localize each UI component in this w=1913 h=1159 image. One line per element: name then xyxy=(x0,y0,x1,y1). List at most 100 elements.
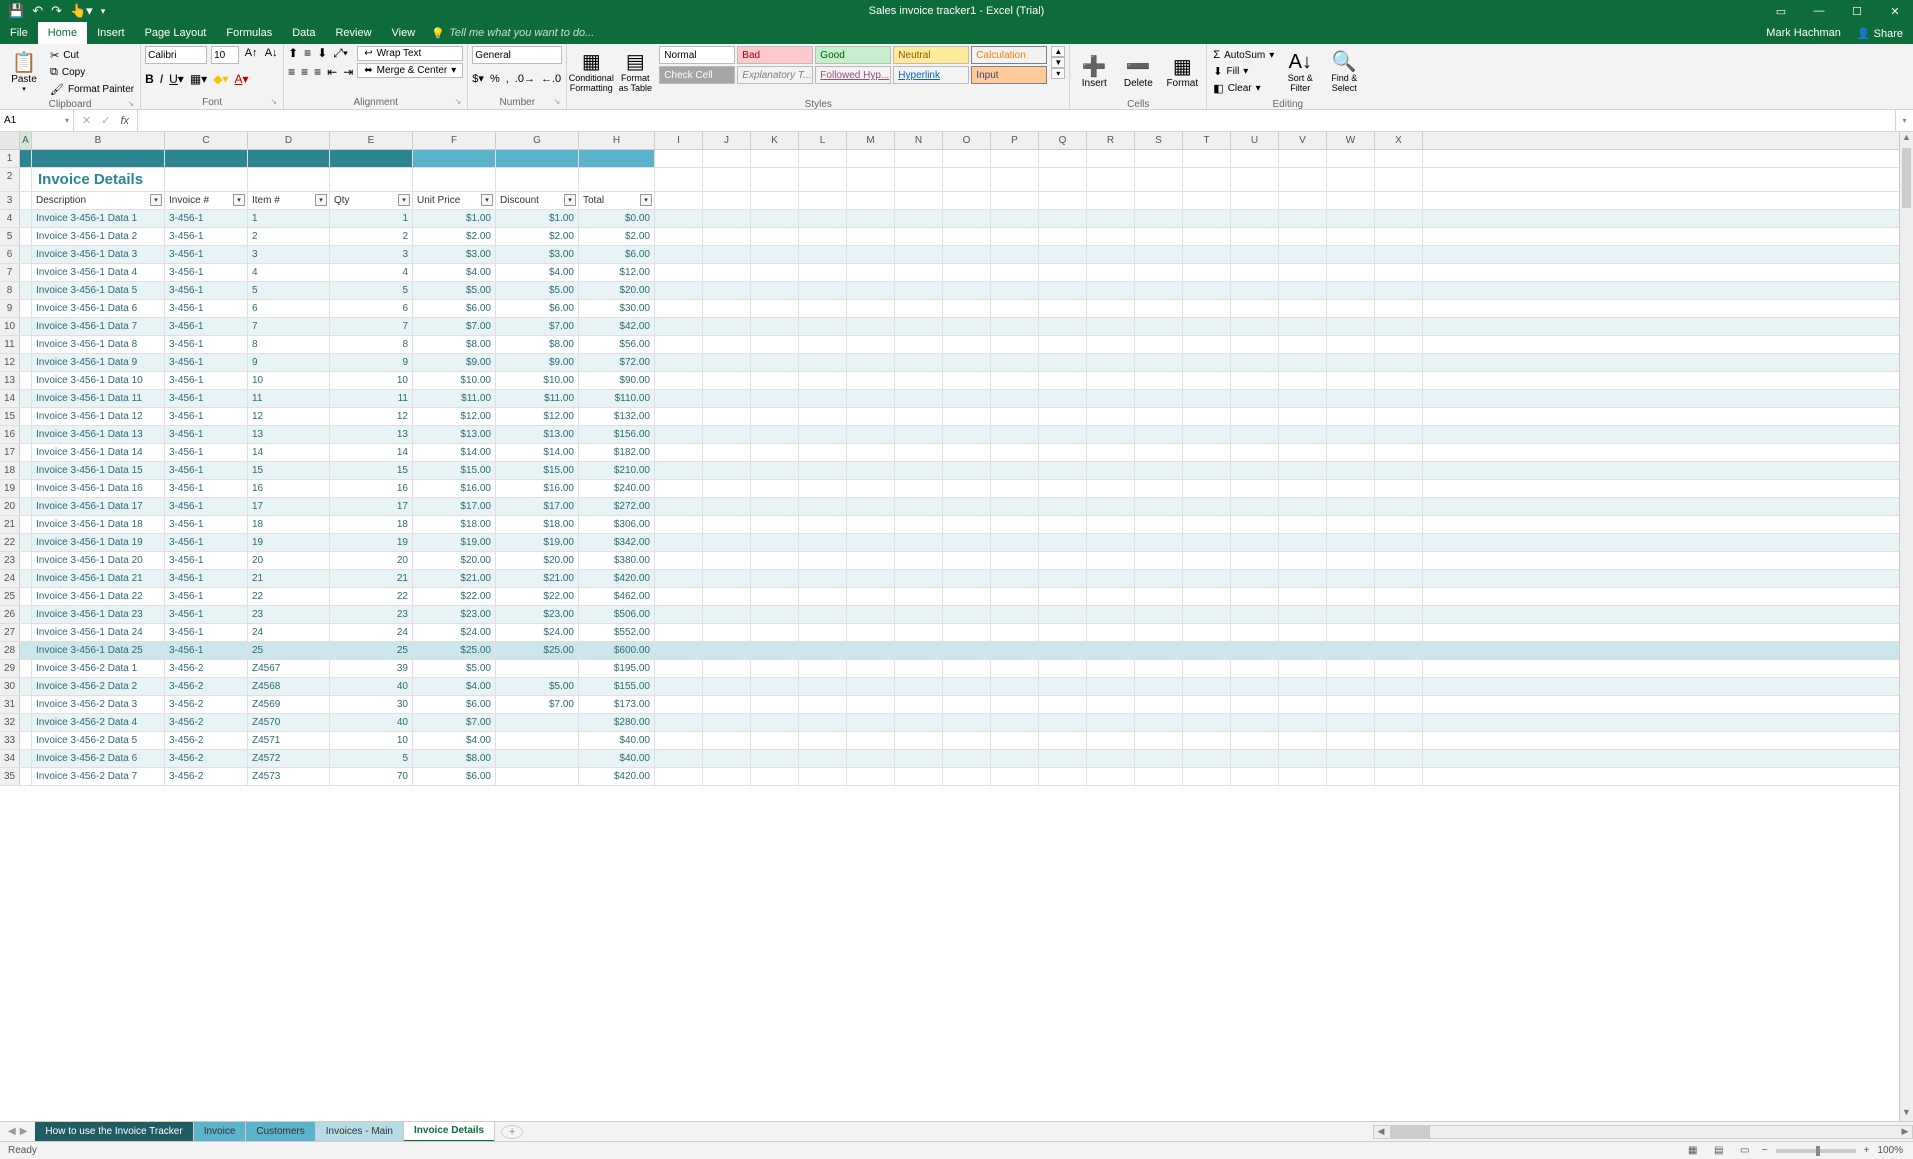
cell-K[interactable] xyxy=(751,192,799,209)
header-invoice[interactable]: Invoice #▾ xyxy=(165,192,248,209)
cell-X[interactable] xyxy=(1375,150,1423,167)
cell-unit-price[interactable]: $6.00 xyxy=(413,696,496,713)
touch-mode-icon[interactable]: 👆▾ xyxy=(70,3,93,19)
cell-W[interactable] xyxy=(1327,336,1375,353)
cell-O[interactable] xyxy=(943,696,991,713)
cell-A[interactable] xyxy=(20,606,32,623)
cell-N[interactable] xyxy=(895,642,943,659)
cell-item[interactable]: 4 xyxy=(248,264,330,281)
cell-M[interactable] xyxy=(847,498,895,515)
cell-description[interactable]: Invoice 3-456-1 Data 2 xyxy=(32,228,165,245)
cell-T[interactable] xyxy=(1183,570,1231,587)
cell-J[interactable] xyxy=(703,210,751,227)
column-header-P[interactable]: P xyxy=(991,132,1039,149)
cell-M[interactable] xyxy=(847,372,895,389)
row-header[interactable]: 33 xyxy=(0,732,20,749)
cell-invoice[interactable]: 3-456-2 xyxy=(165,678,248,695)
cell-V[interactable] xyxy=(1279,210,1327,227)
filter-dropdown-icon[interactable]: ▾ xyxy=(150,194,162,206)
cell-J[interactable] xyxy=(703,552,751,569)
bold-button[interactable]: B xyxy=(145,72,154,86)
column-header-I[interactable]: I xyxy=(655,132,703,149)
cell-J[interactable] xyxy=(703,660,751,677)
cell-A[interactable] xyxy=(20,642,32,659)
cell-S[interactable] xyxy=(1135,516,1183,533)
cell-K[interactable] xyxy=(751,732,799,749)
cell-N[interactable] xyxy=(895,552,943,569)
cell-K[interactable] xyxy=(751,426,799,443)
cell-I[interactable] xyxy=(655,534,703,551)
cell-I[interactable] xyxy=(655,192,703,209)
cell-J[interactable] xyxy=(703,732,751,749)
cell-V[interactable] xyxy=(1279,372,1327,389)
cell-U[interactable] xyxy=(1231,228,1279,245)
cell-A[interactable] xyxy=(20,264,32,281)
cell-P[interactable] xyxy=(991,552,1039,569)
cell-X[interactable] xyxy=(1375,444,1423,461)
cell-I[interactable] xyxy=(655,516,703,533)
conditional-formatting-button[interactable]: ▦Conditional Formatting xyxy=(571,46,611,98)
row-header[interactable]: 24 xyxy=(0,570,20,587)
expand-formula-bar-icon[interactable]: ▾ xyxy=(1895,110,1913,131)
cell-R[interactable] xyxy=(1087,750,1135,767)
cell-total[interactable]: $155.00 xyxy=(579,678,655,695)
cell-O[interactable] xyxy=(943,318,991,335)
cell-L[interactable] xyxy=(799,246,847,263)
cell-U[interactable] xyxy=(1231,480,1279,497)
cell-T[interactable] xyxy=(1183,264,1231,281)
cell-P[interactable] xyxy=(991,498,1039,515)
cell-N[interactable] xyxy=(895,192,943,209)
cell-V[interactable] xyxy=(1279,228,1327,245)
cell-item[interactable]: Z4570 xyxy=(248,714,330,731)
cell-Q[interactable] xyxy=(1039,246,1087,263)
cell-total[interactable]: $280.00 xyxy=(579,714,655,731)
cell-U[interactable] xyxy=(1231,552,1279,569)
cell-Q[interactable] xyxy=(1039,462,1087,479)
cell-A[interactable] xyxy=(20,570,32,587)
cell-Q[interactable] xyxy=(1039,750,1087,767)
row-header[interactable]: 1 xyxy=(0,150,20,167)
cell-V[interactable] xyxy=(1279,354,1327,371)
cell-W[interactable] xyxy=(1327,192,1375,209)
cell-invoice[interactable]: 3-456-1 xyxy=(165,552,248,569)
style-bad[interactable]: Bad xyxy=(737,46,813,64)
cell-P[interactable] xyxy=(991,534,1039,551)
cell-S[interactable] xyxy=(1135,498,1183,515)
cell-O[interactable] xyxy=(943,552,991,569)
cell-I[interactable] xyxy=(655,588,703,605)
cell-unit-price[interactable]: $22.00 xyxy=(413,588,496,605)
percent-button[interactable]: % xyxy=(490,73,500,85)
cell-discount[interactable]: $1.00 xyxy=(496,210,579,227)
cell-I[interactable] xyxy=(655,732,703,749)
cell-W[interactable] xyxy=(1327,624,1375,641)
cell-R[interactable] xyxy=(1087,768,1135,785)
cell-N[interactable] xyxy=(895,264,943,281)
align-top-icon[interactable]: ⬆ xyxy=(288,46,298,61)
cell-W[interactable] xyxy=(1327,714,1375,731)
cell-L[interactable] xyxy=(799,282,847,299)
cell-I[interactable] xyxy=(655,318,703,335)
sheet-tab[interactable]: How to use the Invoice Tracker xyxy=(35,1122,193,1142)
cell-qty[interactable]: 8 xyxy=(330,336,413,353)
cell-discount[interactable]: $13.00 xyxy=(496,426,579,443)
cell-qty[interactable]: 23 xyxy=(330,606,413,623)
cell-R[interactable] xyxy=(1087,282,1135,299)
cell-M[interactable] xyxy=(847,462,895,479)
cell-U[interactable] xyxy=(1231,354,1279,371)
cell-item[interactable]: 10 xyxy=(248,372,330,389)
cell-W[interactable] xyxy=(1327,570,1375,587)
cell-L[interactable] xyxy=(799,480,847,497)
cell-Q[interactable] xyxy=(1039,534,1087,551)
cell-Q[interactable] xyxy=(1039,444,1087,461)
cell-K[interactable] xyxy=(751,660,799,677)
cell-J[interactable] xyxy=(703,570,751,587)
cell-P[interactable] xyxy=(991,714,1039,731)
cell-K[interactable] xyxy=(751,642,799,659)
cell-invoice[interactable]: 3-456-1 xyxy=(165,390,248,407)
cell-A[interactable] xyxy=(20,336,32,353)
cell-L[interactable] xyxy=(799,426,847,443)
clipboard-launcher-icon[interactable]: ↘ xyxy=(127,99,134,108)
cell-total[interactable]: $420.00 xyxy=(579,768,655,785)
cell-I[interactable] xyxy=(655,444,703,461)
increase-indent-icon[interactable]: ⇥ xyxy=(343,65,353,79)
